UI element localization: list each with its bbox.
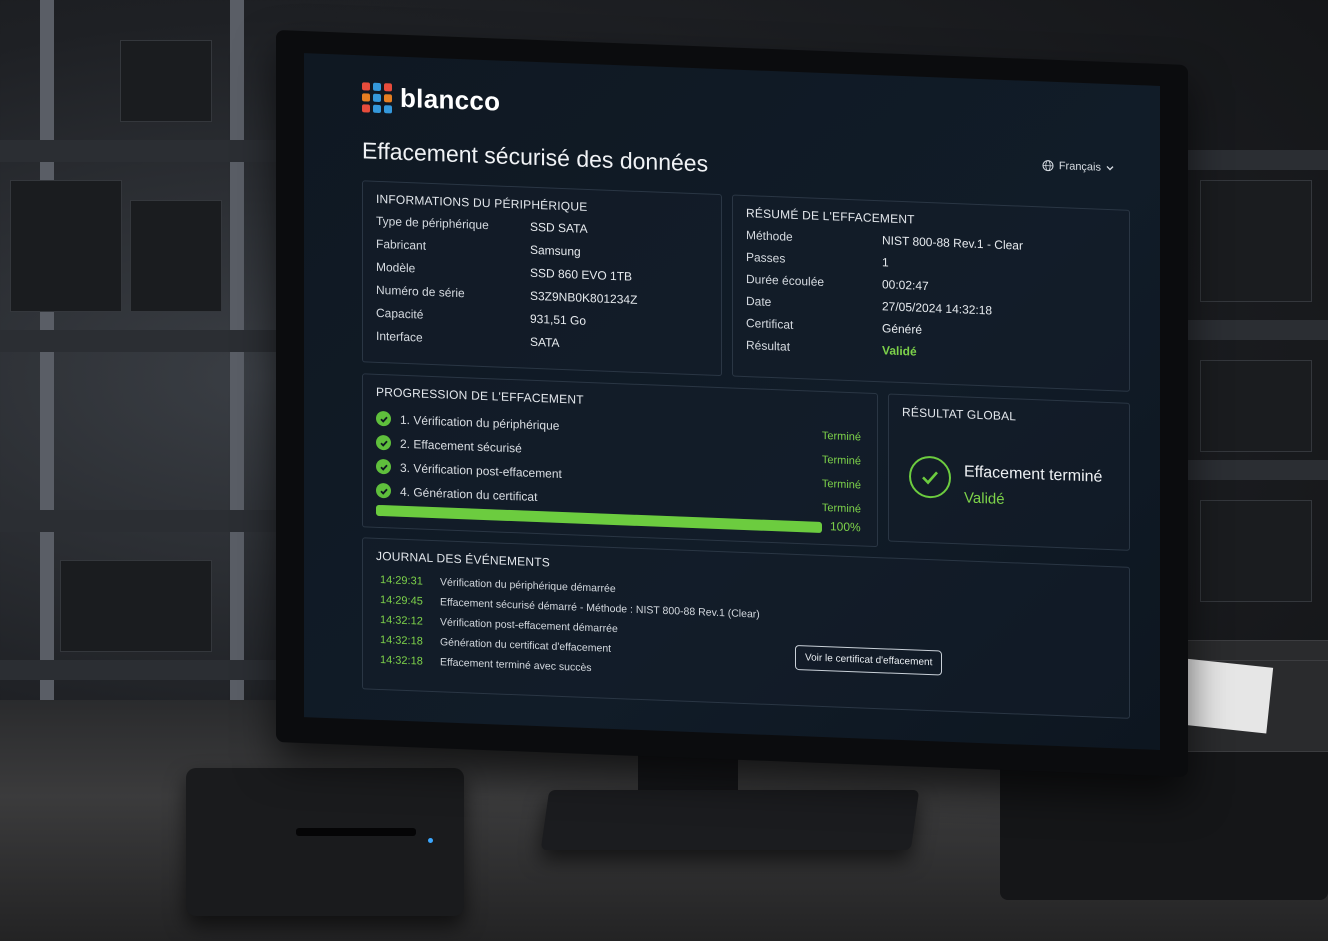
reader-slot [296, 828, 416, 836]
global-result-title: RÉSULTAT GLOBAL [902, 405, 1017, 424]
brand-logo: blancco [362, 81, 500, 117]
check-circle-icon [376, 458, 391, 475]
device-info-row: Capacité 931,51 Go [376, 305, 587, 328]
step-status: Terminé [821, 453, 861, 467]
device-info-row: Interface SATA [376, 328, 560, 350]
erase-summary-title: RÉSUMÉ DE L'EFFACEMENT [746, 206, 915, 227]
globe-icon [1042, 160, 1054, 172]
monitor: blancco Effacement sécurisé des données … [276, 30, 1188, 778]
check-circle-icon [376, 410, 391, 427]
event-journal-panel: JOURNAL DES ÉVÉNEMENTS 14:29:31 Vérificat… [362, 537, 1130, 719]
monitor-stand-base [540, 790, 920, 850]
device-info-row: Fabricant Samsung [376, 236, 581, 259]
journal-entry: 14:32:12 Vérification post-effacement dém… [380, 613, 618, 636]
global-result-headline: Effacement terminé [964, 463, 1103, 486]
device-info-panel: INFORMATIONS DU PÉRIPHÉRIQUE Type de pér… [362, 180, 722, 377]
step-status: Terminé [821, 429, 861, 443]
progress-percent: 100% [830, 519, 861, 535]
step-status: Terminé [821, 501, 861, 515]
erase-progress-panel: PROGRESSION DE L'EFFACEMENT 1. Vérificat… [362, 373, 878, 548]
check-circle-icon [376, 482, 391, 499]
usb-drive-reader [186, 768, 464, 916]
summary-row: Résultat Validé [746, 338, 917, 359]
journal-entry: 14:32:18 Génération du certificat d'effac… [380, 633, 612, 655]
language-selector[interactable]: Français [1042, 159, 1114, 174]
chevron-down-icon [1106, 165, 1114, 171]
global-result-panel: RÉSULTAT GLOBAL Effacement terminé Valid… [888, 393, 1130, 551]
reader-led-icon [428, 838, 433, 843]
brand-name: blancco [400, 82, 501, 117]
journal-entry: 14:29:31 Vérification du périphérique dém… [380, 573, 616, 596]
device-info-row: Modèle SSD 860 EVO 1TB [376, 259, 633, 284]
device-info-row: Numéro de série S3Z9NB0K801234Z [376, 282, 638, 307]
logo-grid-icon [362, 81, 392, 113]
device-info-title: INFORMATIONS DU PÉRIPHÉRIQUE [376, 191, 588, 214]
journal-entry: 14:32:18 Effacement terminé avec succès [380, 653, 592, 675]
global-result-status: Validé [964, 489, 1005, 508]
app-screen: blancco Effacement sécurisé des données … [304, 53, 1160, 750]
event-journal-title: JOURNAL DES ÉVÉNEMENTS [376, 548, 550, 570]
erase-summary-panel: RÉSUMÉ DE L'EFFACEMENT Méthode NIST 800-8… [732, 194, 1130, 392]
result-value: Validé [882, 343, 917, 359]
page-title: Effacement sécurisé des données [362, 137, 709, 177]
step-status: Terminé [821, 477, 861, 491]
erase-progress-title: PROGRESSION DE L'EFFACEMENT [376, 384, 584, 407]
view-certificate-button[interactable]: Voir le certificat d'effacement [795, 644, 943, 676]
device-info-row: Type de périphérique SSD SATA [376, 213, 588, 236]
check-circle-icon [376, 434, 391, 451]
success-check-icon [909, 455, 951, 499]
language-label: Français [1058, 160, 1101, 174]
